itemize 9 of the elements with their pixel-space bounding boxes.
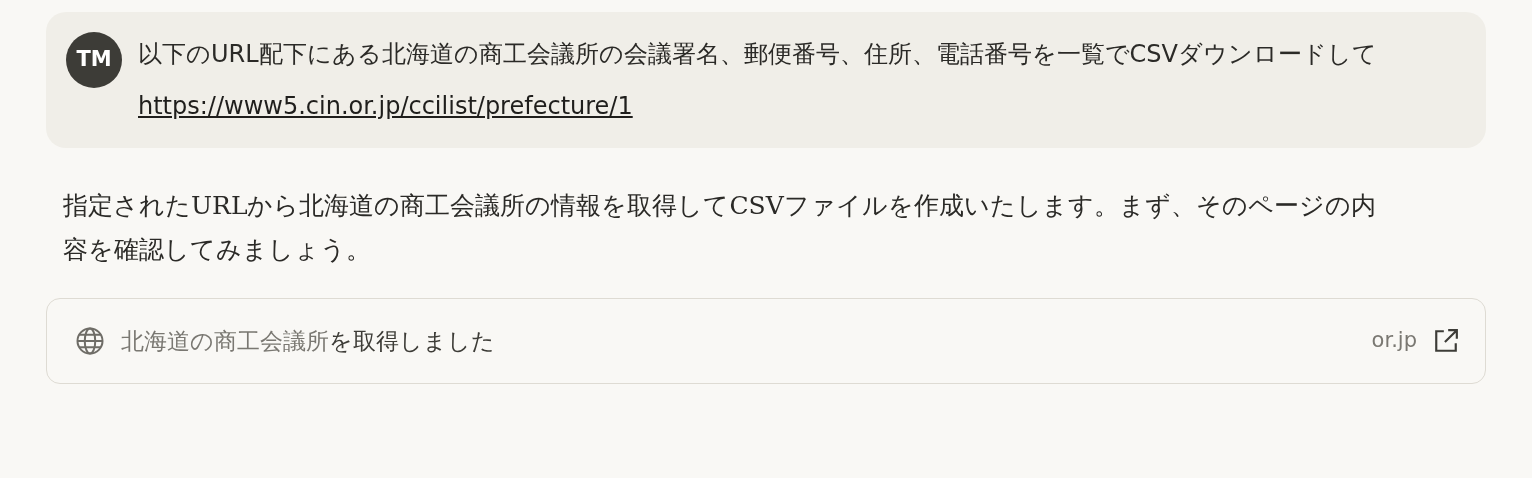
url-link[interactable]: https://www5.cin.or.jp/ccilist/prefecture/1 <box>138 88 633 124</box>
response-text: 指定されたURLから北海道の商工会議所の情報を取得してCSVファイルを作成いたします。まず、そのページの内容を確認してみましょう。 <box>63 190 1377 266</box>
user-avatar: TM <box>66 32 122 88</box>
external-link-icon[interactable] <box>1433 328 1459 354</box>
fetch-status-text: 北海道の商工会議所を取得しました <box>121 326 495 356</box>
message-text: 以下のURL配下にある北海道の商工会議所の会議署名、郵便番号、住所、電話番号を一覧でCSVダウンロードして <box>138 39 1378 70</box>
fetch-result-card[interactable]: 北海道の商工会議所を取得しました or.jp <box>46 298 1486 384</box>
globe-icon <box>75 326 105 356</box>
domain-label: or.jp <box>1371 327 1417 355</box>
